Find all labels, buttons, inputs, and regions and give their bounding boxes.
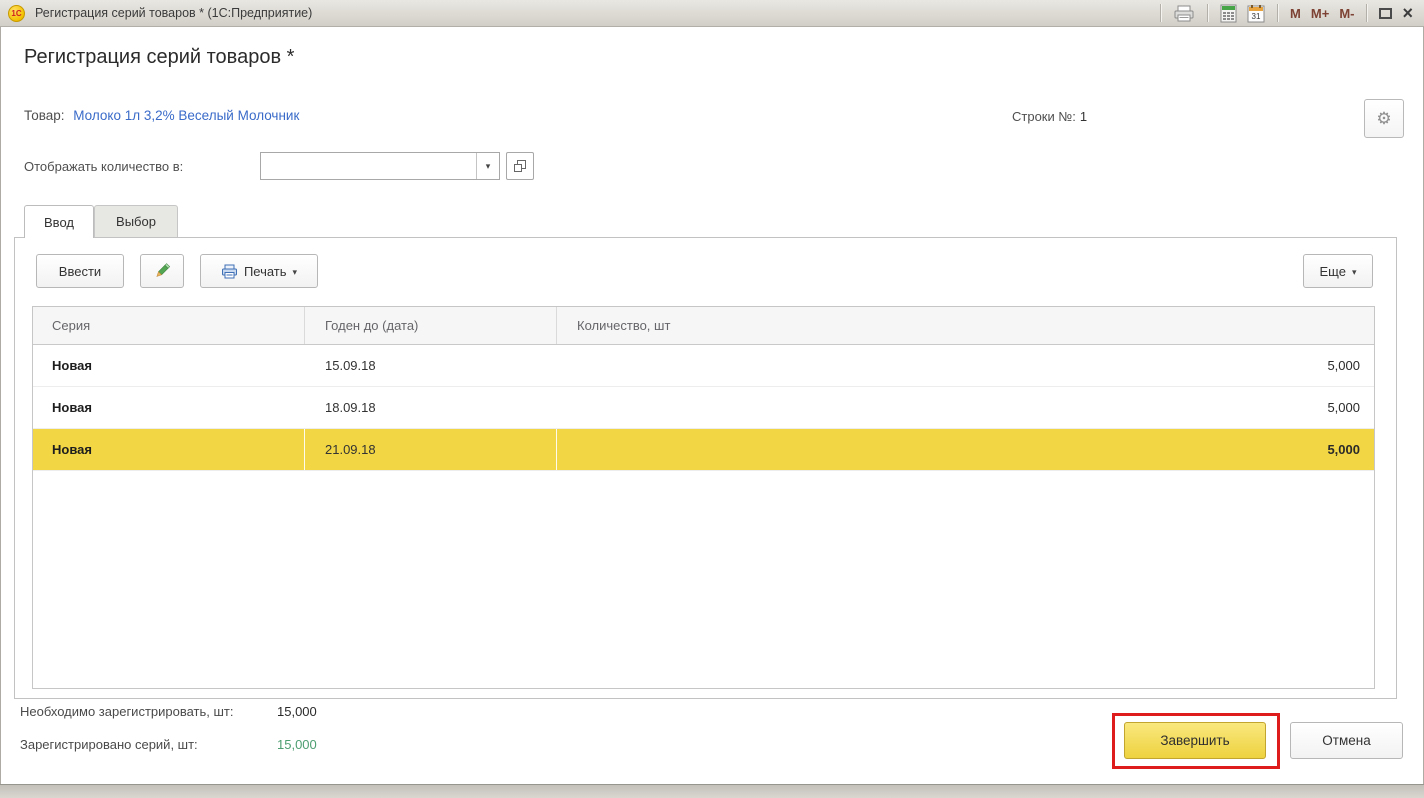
titlebar-separator [1366,4,1367,22]
chevron-down-icon: ▾ [293,267,298,278]
titlebar-controls: 31 M M+ M- × [1153,2,1418,24]
titlebar-separator [1207,4,1208,22]
table-row-selected[interactable]: Новая 21.09.18 5,000 [33,429,1374,471]
settings-button[interactable]: ⚙ [1364,99,1404,138]
cell-expiry: 15.09.18 [305,345,557,386]
cell-series: Новая [33,429,305,470]
registered-label: Зарегистрировано серий, шт: [20,737,198,752]
maximize-button[interactable] [1374,2,1397,24]
open-picker-button[interactable] [506,152,534,180]
tab-panel: Ввести Печать ▾ Еще ▾ [14,237,1397,699]
memory-m-minus-button[interactable]: M- [1334,2,1359,24]
close-button[interactable]: × [1397,2,1418,24]
chevron-down-icon: ▾ [1352,267,1357,278]
cell-qty: 5,000 [557,387,1374,428]
table-row[interactable]: Новая 15.09.18 5,000 [33,345,1374,387]
required-label: Необходимо зарегистрировать, шт: [20,704,234,719]
required-value: 15,000 [277,704,317,719]
table-row[interactable]: Новая 18.09.18 5,000 [33,387,1374,429]
pencil-icon [153,262,171,280]
svg-text:31: 31 [1252,12,1261,21]
enter-button[interactable]: Ввести [36,254,124,288]
rows-counter-label: Строки №: [1012,109,1076,124]
titlebar: 1С Регистрация серий товаров * (1С:Предп… [0,0,1424,27]
calendar-button[interactable]: 31 [1242,2,1270,24]
calculator-button[interactable] [1215,2,1242,24]
quantity-unit-combobox: ▾ [260,152,500,180]
cell-expiry: 18.09.18 [305,387,557,428]
product-link[interactable]: Молоко 1л 3,2% Веселый Молочник [73,108,299,123]
combobox-dropdown-button[interactable]: ▾ [476,153,499,179]
print-button-label: Печать [244,264,287,279]
product-row: Товар: Молоко 1л 3,2% Веселый Молочник [24,108,299,123]
gear-icon: ⚙ [1376,110,1391,127]
calendar-icon: 31 [1247,4,1265,23]
close-icon: × [1402,4,1413,22]
window-bottom-frame [0,784,1424,798]
column-header-qty[interactable]: Количество, шт [557,307,1374,344]
maximize-icon [1379,8,1392,19]
print-titlebar-button[interactable] [1168,2,1200,24]
column-header-expiry[interactable]: Годен до (дата) [305,307,557,344]
open-picker-icon [513,159,527,173]
product-label: Товар: [24,108,65,123]
rows-counter-value: 1 [1080,109,1087,124]
more-button[interactable]: Еще ▾ [1303,254,1373,288]
finish-button[interactable]: Завершить [1124,722,1266,759]
titlebar-separator [1277,4,1278,22]
1c-logo-icon: 1С [8,5,25,22]
table-header: Серия Годен до (дата) Количество, шт [33,307,1374,345]
cell-expiry: 21.09.18 [305,429,557,470]
tab-vybor[interactable]: Выбор [94,205,178,237]
print-icon [221,264,238,279]
edit-button[interactable] [140,254,184,288]
tab-vvod[interactable]: Ввод [24,205,94,238]
column-header-series[interactable]: Серия [33,307,305,344]
page-title: Регистрация серий товаров * [24,46,294,69]
quantity-display-label: Отображать количество в: [24,159,183,174]
app-window: 1С Регистрация серий товаров * (1С:Предп… [0,0,1424,798]
chevron-down-icon: ▾ [486,161,491,172]
print-button[interactable]: Печать ▾ [200,254,318,288]
cell-qty: 5,000 [557,345,1374,386]
rows-counter: Строки №: 1 [1012,109,1087,124]
quantity-unit-input[interactable] [261,153,476,179]
registered-value: 15,000 [277,737,317,752]
window-title: Регистрация серий товаров * (1С:Предприя… [35,6,312,20]
calculator-icon [1220,4,1237,23]
printer-icon [1173,5,1195,22]
cell-qty: 5,000 [557,429,1374,470]
cancel-button[interactable]: Отмена [1290,722,1403,759]
cell-series: Новая [33,345,305,386]
memory-m-plus-button[interactable]: M+ [1306,2,1334,24]
memory-m-button[interactable]: M [1285,2,1306,24]
titlebar-separator [1160,4,1161,22]
series-table: Серия Годен до (дата) Количество, шт Нов… [32,306,1375,689]
cell-series: Новая [33,387,305,428]
more-button-label: Еще [1320,264,1346,279]
